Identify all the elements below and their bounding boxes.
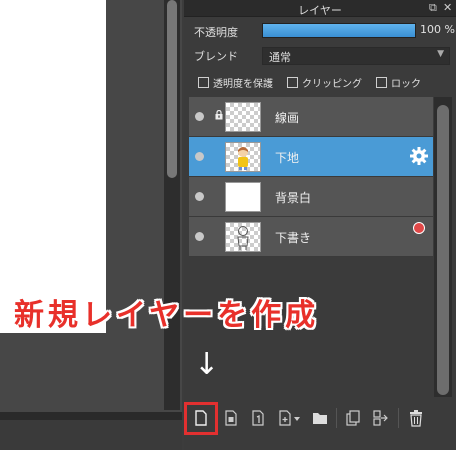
toolbar-divider (336, 408, 337, 428)
visibility-toggle-icon[interactable] (195, 112, 204, 121)
canvas-paper[interactable] (0, 0, 106, 333)
add-layer-menu-icon[interactable] (276, 408, 302, 428)
layer-panel: レイヤー ⧉ ✕ 不透明度 100 % ブレンド 通常 ▼ 透明度を保護 クリッ… (184, 0, 456, 450)
new-layer-1bit-icon[interactable] (248, 408, 268, 428)
layer-thumbnail (225, 142, 261, 172)
layer-name: 下地 (275, 151, 300, 165)
layer-item-base[interactable]: 下地 (189, 137, 433, 177)
mask-disabled-icon[interactable] (413, 222, 425, 234)
layer-list-scroll-thumb[interactable] (437, 105, 449, 395)
opacity-value: 100 % (420, 23, 455, 36)
new-layer-folder-icon[interactable] (221, 408, 241, 428)
layer-thumbnail (225, 102, 261, 132)
canvas-horizontal-scrollbar[interactable] (0, 412, 182, 420)
folder-icon[interactable] (310, 408, 330, 428)
opacity-slider[interactable] (262, 23, 416, 38)
layer-name: 下書き (275, 231, 312, 245)
layer-item-sketch[interactable]: 下書き (189, 217, 433, 257)
visibility-toggle-icon[interactable] (195, 192, 204, 201)
new-layer-icon[interactable] (191, 408, 211, 428)
clipping-label: クリッピング (302, 79, 362, 90)
panel-title: レイヤー (298, 4, 342, 17)
lock-icon (215, 110, 223, 120)
layer-list-scrollbar[interactable] (434, 97, 452, 397)
layer-thumbnail (225, 182, 261, 212)
layer-thumbnail (225, 222, 261, 252)
visibility-toggle-icon[interactable] (195, 232, 204, 241)
layer-toolbar (184, 402, 456, 438)
canvas-area[interactable] (0, 0, 182, 420)
down-arrow-icon: ↓ (194, 347, 220, 382)
layer-name: 背景白 (275, 191, 312, 205)
sketch-thumbnail-icon (237, 226, 249, 250)
layer-item-lineart[interactable]: 線画 (189, 97, 433, 137)
status-strip (0, 420, 182, 450)
opacity-slider-fill (263, 24, 415, 37)
checkbox-box[interactable] (198, 77, 209, 88)
close-icon[interactable]: ✕ (443, 1, 452, 14)
blend-mode-value: 通常 (269, 51, 291, 64)
layer-name: 線画 (275, 111, 300, 125)
lock-label: ロック (391, 79, 421, 90)
figure-thumbnail-icon (238, 147, 248, 170)
opacity-label: 不透明度 (194, 26, 238, 39)
visibility-toggle-icon[interactable] (195, 152, 204, 161)
merge-icon[interactable] (371, 408, 391, 428)
canvas-vertical-scrollbar[interactable] (164, 0, 180, 410)
canvas-vertical-scroll-thumb[interactable] (167, 0, 177, 178)
trash-icon[interactable] (406, 408, 426, 428)
toolbar-divider (398, 408, 399, 428)
duplicate-icon[interactable] (343, 408, 363, 428)
protect-alpha-label: 透明度を保護 (213, 79, 273, 90)
annotation-caption: 新規レイヤーを作成 (14, 298, 320, 333)
blend-mode-select[interactable]: 通常 ▼ (262, 47, 450, 65)
checkbox-box[interactable] (287, 77, 298, 88)
layer-item-background-white[interactable]: 背景白 (189, 177, 433, 217)
gear-icon[interactable] (409, 146, 429, 166)
popout-icon[interactable]: ⧉ (429, 1, 437, 15)
checkbox-box[interactable] (376, 77, 387, 88)
layer-list: 線画 下地 背景白 下書き (189, 97, 433, 397)
blend-label: ブレンド (194, 50, 238, 63)
panel-title-bar: レイヤー ⧉ ✕ (184, 0, 456, 17)
chevron-down-icon: ▼ (437, 49, 444, 59)
